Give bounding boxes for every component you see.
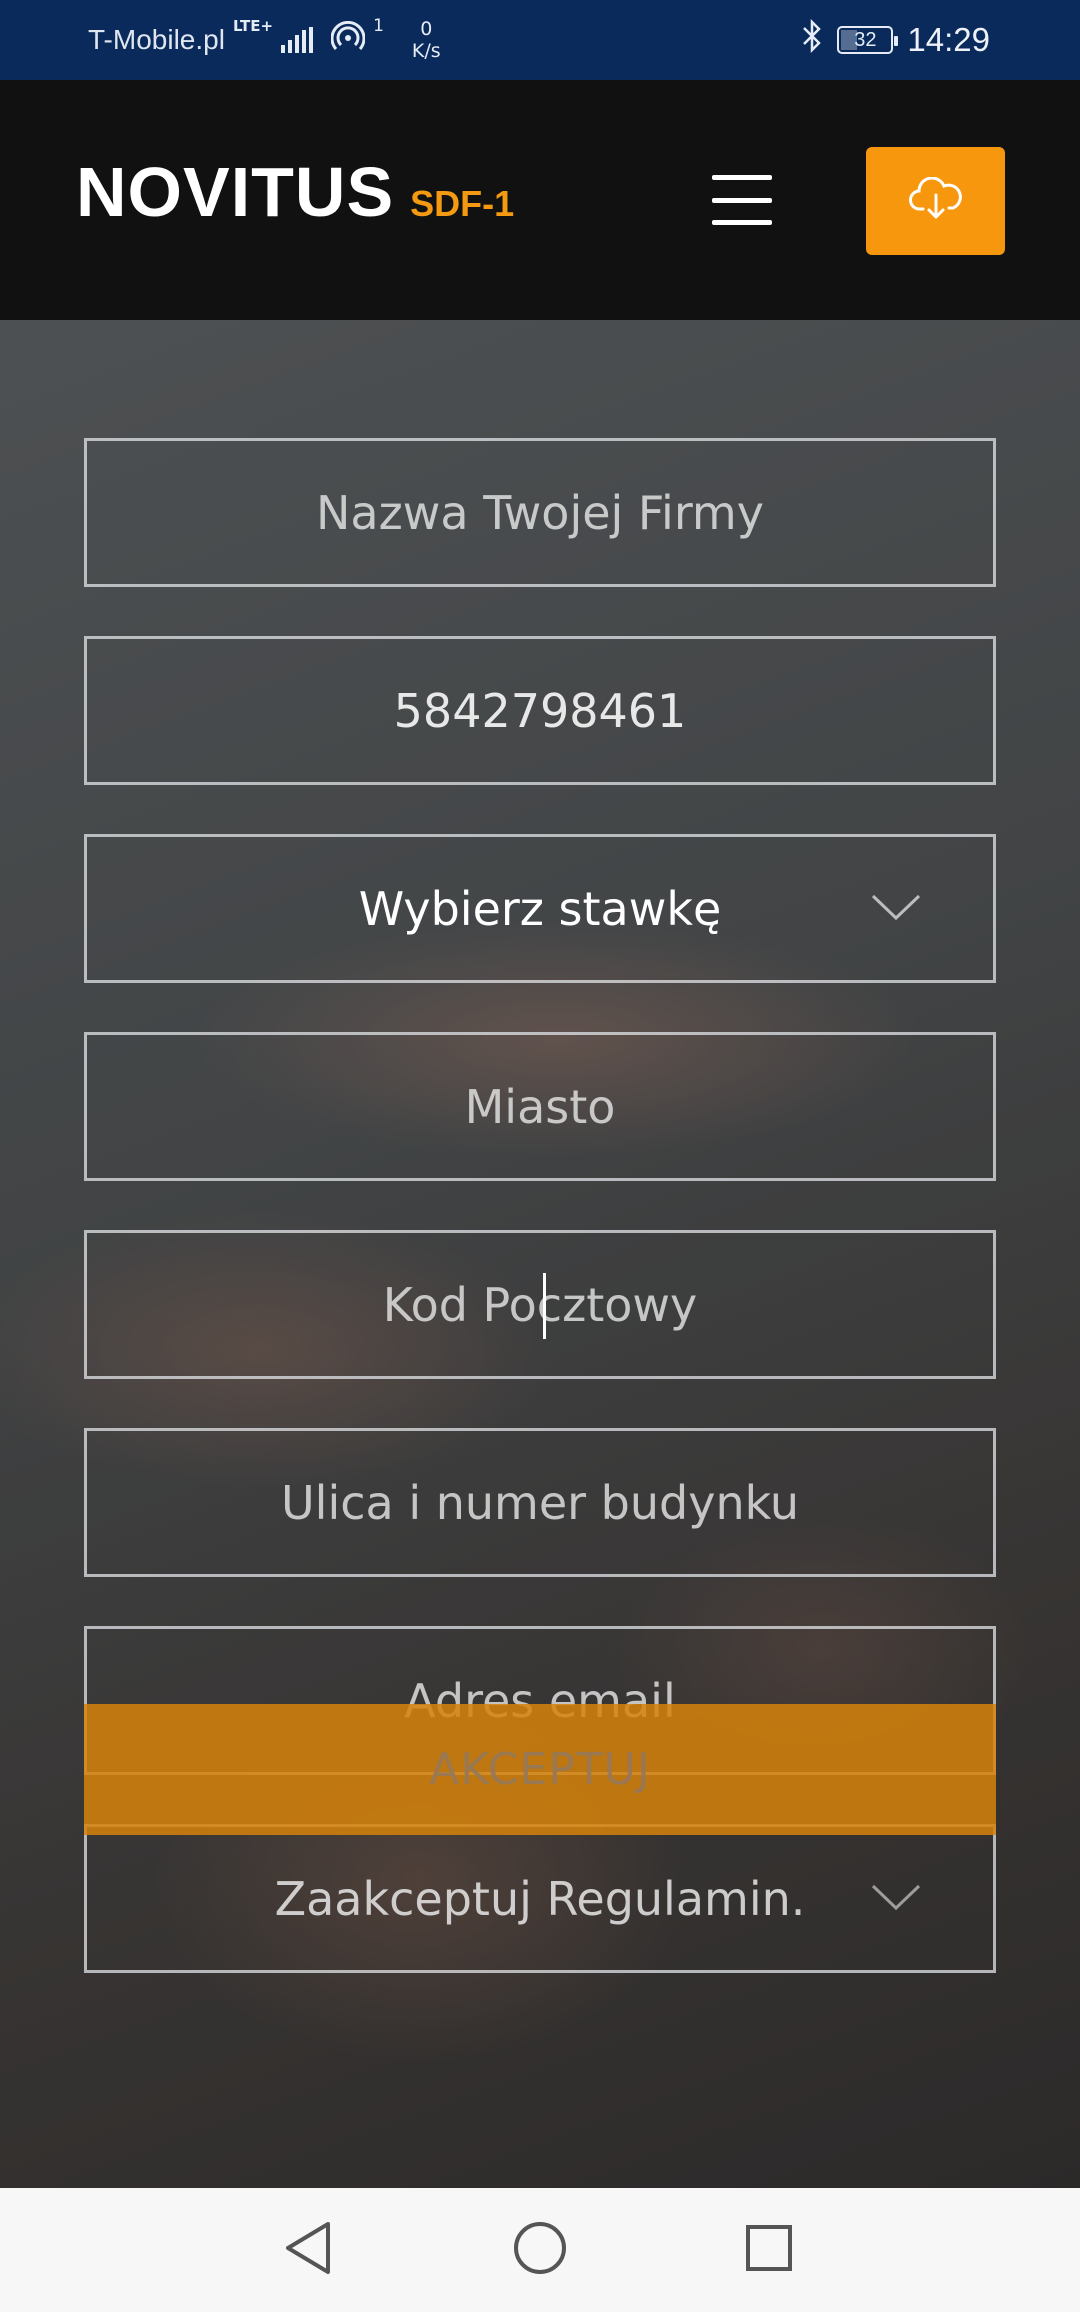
rate-select[interactable]: Wybierz stawkę [84,834,996,983]
status-bar: T-Mobile.pl LTE+ 1 0 K/s 32 14:29 [0,0,1080,80]
back-triangle-icon [282,2220,334,2280]
chevron-down-icon [871,1883,921,1915]
logo: NOVITUS SDF-1 [76,152,514,232]
bluetooth-icon [801,18,823,61]
status-right: 32 14:29 [801,0,990,80]
battery-level: 32 [854,28,877,51]
terms-select[interactable]: Zaakceptuj Regulamin. [84,1824,996,1973]
chevron-down-icon [871,893,921,925]
cloud-download-button[interactable] [866,147,1005,255]
carrier-label: T-Mobile.pl [88,24,225,55]
hamburger-menu-icon[interactable] [712,175,772,225]
clock: 14:29 [907,21,990,58]
company-name-field [84,438,996,587]
company-name-input[interactable] [87,441,993,584]
recents-square-icon [744,2223,794,2277]
recents-button[interactable] [737,2218,801,2282]
status-left: T-Mobile.pl LTE+ 1 0 K/s [88,0,441,80]
form-background: Wybierz stawkę Zaakceptuj Regulamin. AKC… [0,320,1080,2188]
street-input[interactable] [87,1431,993,1574]
signal-icon [281,27,314,53]
app-header: NOVITUS SDF-1 [0,80,1080,320]
tax-id-input[interactable] [87,639,993,782]
back-button[interactable] [276,2218,340,2282]
home-circle-icon [512,2220,568,2280]
net-speed-value: 0 [420,18,433,40]
accept-button[interactable]: AKCEPTUJ [84,1704,996,1835]
postal-code-input[interactable] [87,1233,993,1376]
accept-button-label: AKCEPTUJ [429,1744,651,1795]
tax-id-field [84,636,996,785]
battery-icon: 32 [837,26,899,54]
logo-sub: SDF-1 [410,183,515,224]
hotspot-icon [330,20,366,59]
city-field [84,1032,996,1181]
hotspot-count: 1 [373,16,384,36]
net-speed: 0 K/s [412,18,441,62]
rate-select-value: Wybierz stawkę [358,881,722,936]
postal-code-field [84,1230,996,1379]
text-cursor [543,1273,546,1339]
home-button[interactable] [508,2218,572,2282]
terms-select-value: Zaakceptuj Regulamin. [274,1871,806,1926]
city-input[interactable] [87,1035,993,1178]
system-nav-bar [0,2188,1080,2312]
cloud-download-icon [908,176,963,225]
logo-main: NOVITUS [76,153,395,231]
network-type: LTE+ [232,17,274,35]
net-speed-unit: K/s [411,40,441,62]
street-field [84,1428,996,1577]
